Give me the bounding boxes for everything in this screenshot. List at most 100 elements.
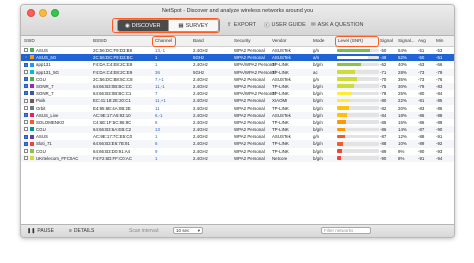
network-color-swatch[interactable] [30, 98, 34, 103]
col-signal[interactable]: Signal [380, 38, 393, 43]
chat-bubble-icon: ✉ [311, 21, 316, 28]
network-color-swatch[interactable] [30, 91, 34, 96]
cell-vendor: TP-LINK [272, 127, 289, 133]
signal-level-fill [337, 70, 355, 74]
network-color-swatch[interactable] [30, 48, 34, 53]
cell-band: 2.4GHz [193, 119, 208, 125]
cell-bssid: 64:66:B3:D0:91:A4 [93, 148, 131, 154]
network-color-swatch[interactable] [30, 120, 34, 125]
col-security[interactable]: Security [234, 38, 251, 43]
survey-tab[interactable]: ▦ SURVEY [167, 20, 218, 31]
table-row[interactable]: ASUS_5G 2C:56:DC:F9:D3:BC 1 5GHz WPA2 Person… [21, 54, 454, 62]
row-checkbox[interactable] [24, 134, 28, 139]
table-row[interactable]: app131_5G F4:DA:C4:E8:2C:E9 36 5GHz WPA/WPA2… [21, 68, 454, 76]
network-color-swatch[interactable] [30, 134, 34, 139]
col-channel[interactable]: Channel [155, 38, 172, 43]
cell-ssid: SOLOMENKO [36, 119, 65, 125]
network-color-swatch[interactable] [30, 105, 34, 110]
row-checkbox[interactable] [24, 156, 28, 161]
signal-level-bar [337, 156, 379, 160]
cell-signal-pct: 18% [398, 112, 407, 118]
network-color-swatch[interactable] [30, 156, 34, 161]
scan-interval-select[interactable]: 10 sec ▾ [173, 227, 203, 234]
cell-signal: -85 [380, 119, 387, 125]
export-button[interactable]: ⇧ EXPORT [227, 19, 256, 30]
table-row[interactable]: Sloti_71 64:66:B3:E6:7B:91 6 2.4GHz WPA2 Per… [21, 140, 454, 148]
cell-ssid: Pixik [36, 98, 46, 104]
cell-ssid: ASUS_5G [36, 55, 57, 61]
col-bssid[interactable]: BSSID [93, 38, 107, 43]
table-row[interactable]: SOLOMENKO C4:6E:1F:5C:86:9C 6 2.4GHz WPA2 Pe… [21, 119, 454, 126]
network-color-swatch[interactable] [30, 84, 34, 89]
details-button[interactable]: ≡ DETAILS [69, 228, 94, 234]
table-row[interactable]: SONR_7 64:66:B3:0B:BC:CC 11,-1 2.4GHz WPA2 P… [21, 82, 454, 91]
row-checkbox[interactable] [24, 48, 28, 53]
row-checkbox[interactable] [24, 112, 28, 117]
row-checkbox[interactable] [24, 127, 28, 132]
cell-security: WPA2 Personal [234, 127, 265, 133]
table-row[interactable]: CGU 64:66:B3:6A:EB:C2 13 2.4GHz WPA2 Persona… [21, 126, 454, 134]
user-guide-label: USER GUIDE [271, 21, 306, 28]
col-signal-pct[interactable]: Signal... [398, 38, 415, 43]
table-row[interactable]: Pixik EC:41:18:2E:20:C1 11,+1 2.4GHz WPA2 Pe… [21, 97, 454, 105]
signal-level-fill [337, 48, 370, 53]
cell-signal-pct: 14% [398, 127, 407, 133]
cell-security: WPA2 Personal [234, 134, 265, 140]
ask-question-button[interactable]: ✉ ASK A QUESTION [311, 19, 363, 30]
network-color-swatch[interactable] [30, 62, 34, 67]
network-color-swatch[interactable] [30, 148, 34, 153]
table-row[interactable]: CGU 64:66:B3:D0:91:A4 9 2.4GHz WPA2 Personal… [21, 148, 454, 155]
row-checkbox[interactable] [24, 120, 28, 125]
row-checkbox[interactable] [24, 77, 28, 82]
cell-signal: -87 [380, 134, 387, 140]
cell-security: WPA2 Personal [234, 76, 265, 82]
row-checkbox[interactable] [24, 55, 28, 60]
scan-interval-label: Scan interval: [129, 228, 160, 234]
cell-min: -84 [436, 91, 443, 97]
cell-avg: -81 [418, 98, 425, 104]
pause-button[interactable]: ❚❚ PAUSE [27, 228, 54, 234]
row-checkbox[interactable] [24, 84, 28, 89]
row-checkbox[interactable] [24, 148, 28, 153]
cell-ssid: Sloti_71 [36, 141, 52, 147]
network-color-swatch[interactable] [30, 77, 34, 82]
cell-vendor: TP-LINK [272, 62, 289, 68]
row-checkbox[interactable] [24, 69, 28, 74]
cell-min: -92 [436, 141, 443, 147]
table-row[interactable]: app131 F4:DA:C4:E8:2C:E8 1 2.4GHz WPA/WPA2 P… [21, 61, 454, 68]
cell-bssid: F4:DA:C4:E8:2C:E8 [93, 62, 133, 68]
network-color-swatch[interactable] [30, 69, 34, 74]
signal-level-bar [337, 113, 379, 117]
row-checkbox[interactable] [24, 105, 28, 110]
row-checkbox[interactable] [24, 98, 28, 103]
col-level[interactable]: Level (SNR) [338, 38, 363, 43]
table-row[interactable]: ASUS AC:9E:17:7C:E5:C0 1 2.4GHz WPA2 Persona… [21, 133, 454, 140]
network-color-swatch[interactable] [30, 55, 34, 60]
row-checkbox[interactable] [24, 91, 28, 96]
table-row[interactable]: CGU 2C:56:DC:B8:5C:C8 7,+1 2.4GHz WPA2 Perso… [21, 76, 454, 83]
col-band[interactable]: Band [193, 38, 204, 43]
chevron-down-icon: ▾ [197, 227, 200, 233]
table-row[interactable]: SONR_7 64:66:B3:0B:BC:C1 7 2.4GHz WPA/WPA2 P… [21, 90, 454, 97]
cell-channel: 11,+1 [155, 98, 166, 104]
cell-channel: 1 [155, 55, 158, 61]
network-color-swatch[interactable] [30, 112, 34, 117]
row-checkbox[interactable] [24, 141, 28, 146]
table-row[interactable]: Orbit E4:95:6E:4A:0B:2E 11 2.4GHz WPA2 Perso… [21, 105, 454, 112]
network-color-swatch[interactable] [30, 141, 34, 146]
row-checkbox[interactable] [24, 62, 28, 67]
table-row[interactable]: ASUS 2C:56:DC:F9:D3:B8 13,-1 2.4GHz WPA2 Per… [21, 47, 454, 54]
cell-security: WPA/WPA2 Personal [234, 91, 276, 97]
network-color-swatch[interactable] [30, 127, 34, 132]
ask-question-label: ASK A QUESTION [317, 21, 364, 28]
table-row[interactable]: UKrtelecom_FFC0AC F4:F2:6D:FF:C0:AC 1 2.4GH… [21, 154, 454, 162]
discover-tab[interactable]: ◉ DISCOVER [118, 20, 168, 31]
col-avg[interactable]: Avg [418, 38, 426, 43]
col-mode[interactable]: Mode [313, 38, 325, 43]
col-vendor[interactable]: Vendor [272, 38, 287, 43]
table-row[interactable]: ASUS_Live AC:9E:17:A5:93:10 6,-1 2.4GHz WPA2… [21, 111, 454, 119]
filter-input[interactable]: Filter networks [321, 227, 371, 234]
col-min[interactable]: Min [436, 38, 443, 43]
user-guide-button[interactable]: ⓘ USER GUIDE [264, 19, 306, 30]
col-ssid[interactable]: SSID [24, 38, 35, 43]
